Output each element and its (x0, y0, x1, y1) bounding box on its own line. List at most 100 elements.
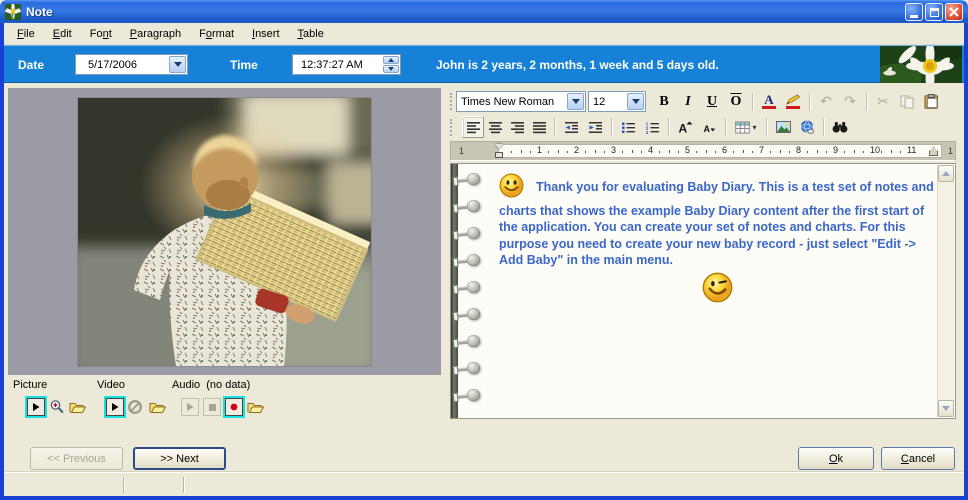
audio-play-button[interactable] (181, 398, 199, 416)
cancel-button[interactable]: Cancel (881, 447, 955, 470)
shrink-font-button[interactable]: A (697, 116, 721, 138)
scroll-down-button[interactable] (938, 400, 954, 417)
audio-open-button[interactable] (246, 398, 264, 416)
minimize-button[interactable] (905, 3, 923, 21)
ok-button[interactable]: Ok (798, 447, 874, 470)
bullet-list-button[interactable] (616, 116, 640, 138)
overline-button[interactable]: O (724, 91, 748, 113)
align-justify-button[interactable] (528, 116, 550, 138)
date-picker[interactable]: 5/17/2006 (75, 54, 188, 75)
numbered-list-button[interactable]: 123 (640, 116, 664, 138)
daisy-app-icon (5, 4, 21, 20)
date-dropdown-button[interactable] (169, 56, 186, 73)
chevron-down-icon (942, 406, 950, 411)
menu-item-insert[interactable]: Insert (243, 25, 289, 43)
menu-item-format[interactable]: Format (190, 25, 243, 43)
grow-font-button[interactable]: A (673, 116, 697, 138)
time-down-button[interactable] (383, 65, 399, 73)
picture-zoom-button[interactable] (48, 398, 66, 416)
audio-stop-button[interactable] (203, 398, 221, 416)
cut-button[interactable]: ✂ (871, 91, 895, 113)
picture-play-button[interactable] (27, 398, 45, 416)
ruler-tick (595, 150, 596, 153)
chevron-down-icon (572, 99, 580, 104)
ruler-right-margin-label: 1 (948, 146, 953, 156)
picture-open-button[interactable] (68, 398, 86, 416)
overline-icon: O (731, 94, 742, 110)
menu-item-table[interactable]: Table (289, 25, 333, 43)
align-left-button[interactable] (462, 116, 484, 138)
status-bar (4, 473, 964, 496)
italic-icon: I (685, 94, 690, 110)
ruler-tick (641, 151, 642, 153)
chevron-down-icon: ▾ (752, 123, 756, 132)
play-icon (185, 402, 195, 412)
note-editor[interactable]: Thank you for evaluating Baby Diary. Thi… (450, 163, 956, 419)
menu-item-font[interactable]: Font (81, 25, 121, 43)
ruler-tick (789, 151, 790, 153)
editor-scrollbar[interactable] (937, 165, 954, 417)
toolbar-grip[interactable] (450, 93, 453, 110)
font-size-dropdown[interactable] (627, 93, 644, 110)
decrease-indent-button[interactable] (559, 116, 583, 138)
toolbar-grip[interactable] (450, 119, 453, 136)
highlight-color-button[interactable] (781, 91, 805, 113)
find-button[interactable] (828, 116, 852, 138)
menu-item-paragraph[interactable]: Paragraph (121, 25, 190, 43)
note-paragraph[interactable]: Thank you for evaluating Baby Diary. Thi… (499, 173, 939, 269)
video-play-button[interactable] (106, 398, 124, 416)
ruler-tick (863, 151, 864, 153)
insert-link-button[interactable] (795, 116, 819, 138)
paste-button[interactable] (919, 91, 943, 113)
chevron-down-icon (174, 62, 182, 67)
font-color-button[interactable]: A (757, 91, 781, 113)
audio-record-button[interactable] (225, 398, 243, 416)
time-up-button[interactable] (383, 56, 399, 64)
ruler: 1 1 1234567891011 (450, 141, 956, 161)
spiral-ring (453, 280, 483, 294)
time-spinner-field[interactable]: 12:37:27 AM (292, 54, 401, 75)
underline-button[interactable]: U (700, 91, 724, 113)
scroll-up-button[interactable] (938, 165, 954, 182)
menu-item-edit[interactable]: Edit (44, 25, 81, 43)
video-open-button[interactable] (148, 398, 166, 416)
ruler-tick (715, 151, 716, 153)
align-right-button[interactable] (506, 116, 528, 138)
copy-button[interactable] (895, 91, 919, 113)
italic-button[interactable]: I (676, 91, 700, 113)
next-button[interactable]: >> Next (133, 447, 226, 470)
binoculars-icon (832, 121, 848, 133)
ruler-tick (817, 150, 818, 153)
spiral-ring (453, 253, 483, 267)
bold-button[interactable]: B (652, 91, 676, 113)
font-family-dropdown[interactable] (567, 93, 584, 110)
indent-marker[interactable] (495, 144, 503, 160)
baby-age-text: John is 2 years, 2 months, 1 week and 5 … (436, 58, 719, 72)
maximize-button[interactable] (925, 3, 943, 21)
ruler-tick (696, 151, 697, 153)
increase-indent-button[interactable] (583, 116, 607, 138)
image-icon (776, 121, 791, 133)
font-family-select[interactable]: Times New Roman (456, 91, 586, 112)
insert-image-button[interactable] (771, 116, 795, 138)
ruler-tick (659, 151, 660, 153)
spiral-ring (453, 172, 483, 186)
menu-item-file[interactable]: File (8, 25, 44, 43)
shrink-font-icon: A (702, 121, 716, 134)
font-size-select[interactable]: 12 (588, 91, 646, 112)
align-center-button[interactable] (484, 116, 506, 138)
ruler-tick (900, 151, 901, 153)
close-button[interactable] (945, 3, 963, 21)
redo-button[interactable]: ↷ (838, 91, 862, 113)
ruler-number: 8 (796, 145, 801, 155)
note-window: Note FileEditFontParagraphFormatInsertTa… (0, 0, 968, 500)
ruler-tick (521, 150, 522, 153)
svg-text:A: A (704, 124, 711, 134)
insert-table-button[interactable]: ▾ (730, 116, 762, 138)
ruler-tick (891, 150, 892, 153)
undo-button[interactable]: ↶ (814, 91, 838, 113)
ruler-number: 3 (611, 145, 616, 155)
ruler-tick (826, 151, 827, 153)
previous-button[interactable]: << Previous (30, 447, 123, 470)
video-stop-button[interactable] (126, 398, 144, 416)
